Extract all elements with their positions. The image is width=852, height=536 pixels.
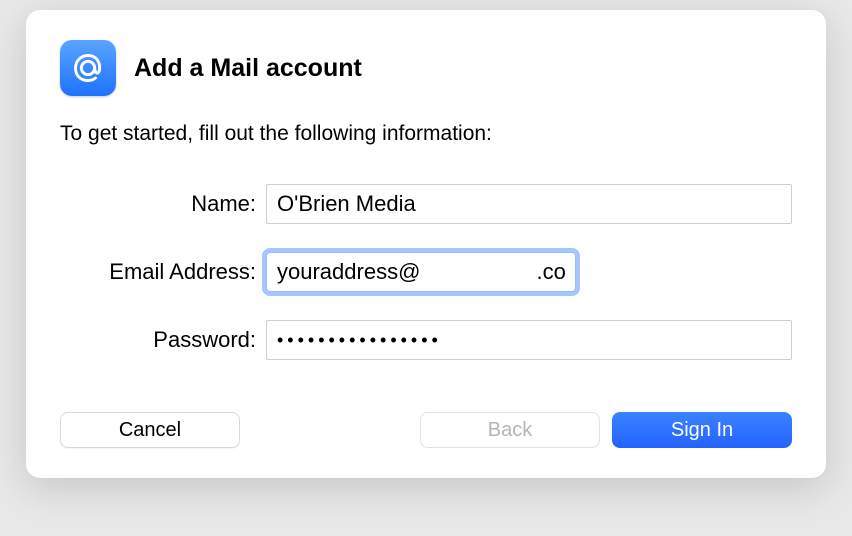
button-row: Cancel Back Sign In xyxy=(60,412,792,448)
back-button: Back xyxy=(420,412,600,448)
name-label: Name: xyxy=(60,191,266,217)
password-label: Password: xyxy=(60,327,266,353)
cancel-button[interactable]: Cancel xyxy=(60,412,240,448)
signin-button[interactable]: Sign In xyxy=(612,412,792,448)
password-input[interactable] xyxy=(266,320,792,360)
form-row-password: Password: xyxy=(60,320,792,360)
name-input[interactable] xyxy=(266,184,792,224)
dialog-header: Add a Mail account xyxy=(60,40,792,96)
add-mail-account-dialog: Add a Mail account To get started, fill … xyxy=(26,10,826,478)
at-sign-icon xyxy=(60,40,116,96)
form-row-email: Email Address: xyxy=(60,252,792,292)
dialog-subtitle: To get started, fill out the following i… xyxy=(60,122,792,146)
email-input[interactable] xyxy=(266,252,576,292)
form-row-name: Name: xyxy=(60,184,792,224)
dialog-title: Add a Mail account xyxy=(134,54,362,83)
email-label: Email Address: xyxy=(60,259,266,285)
